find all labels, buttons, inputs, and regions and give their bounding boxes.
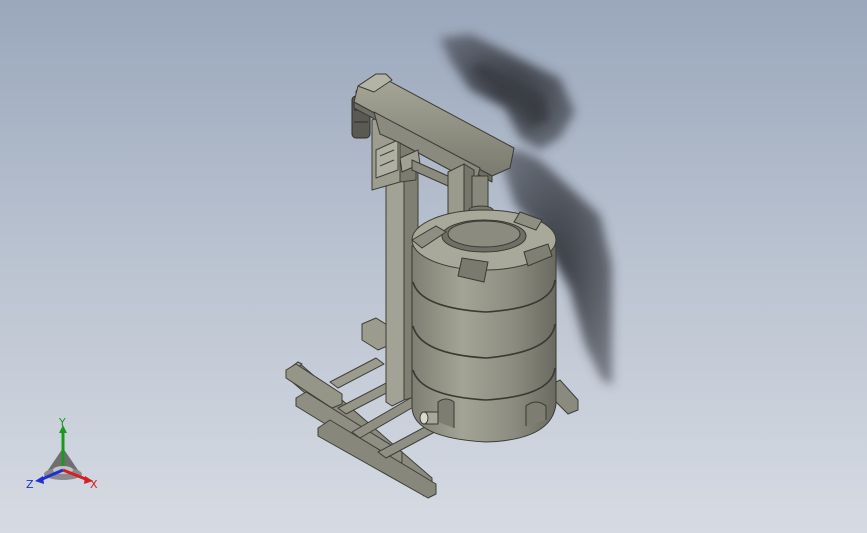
mixing-tank: [411, 209, 557, 443]
model-scene[interactable]: [0, 0, 867, 533]
y-axis-label: Y: [58, 418, 66, 429]
x-axis-label: X: [90, 478, 98, 491]
graphics-viewport[interactable]: Y X Z: [0, 0, 867, 533]
view-orientation-triad[interactable]: Y X Z: [24, 418, 108, 498]
z-axis-arrow-head: [35, 476, 44, 484]
z-axis-label: Z: [26, 478, 34, 491]
